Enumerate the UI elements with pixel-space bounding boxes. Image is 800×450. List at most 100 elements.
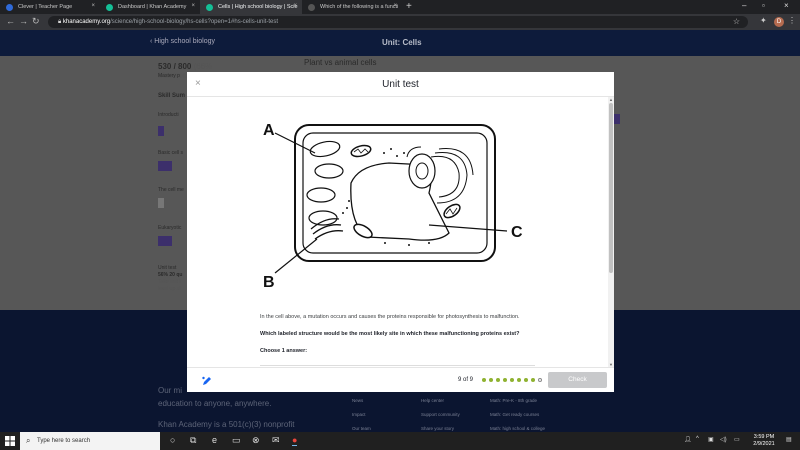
footer-link[interactable]: Help center	[421, 394, 460, 408]
edge-icon[interactable]: e	[212, 435, 217, 445]
profile-avatar[interactable]: D	[774, 17, 784, 27]
chloroplast	[308, 210, 338, 226]
label-b: B	[263, 274, 275, 291]
skill-progress-blocks	[158, 126, 164, 136]
chloroplast	[306, 187, 336, 203]
window-close-icon[interactable]: ×	[784, 1, 789, 10]
url-field[interactable]: 🔒︎ khanacademy.org/science/high-school-b…	[48, 16, 748, 28]
new-tab-icon[interactable]: +	[406, 1, 412, 12]
clock-time: 3:59 PM	[753, 434, 775, 440]
check-button[interactable]: Check	[548, 372, 607, 388]
progress-dot	[517, 378, 521, 382]
search-icon: ⌕	[26, 436, 31, 445]
footer-link[interactable]: Math: high school & college	[490, 422, 545, 432]
taskbar-search-box[interactable]: ⌕ Type here to search	[20, 432, 160, 450]
taskbar-clock[interactable]: 3:59 PM 2/9/2021	[748, 434, 780, 448]
browser-tab-bar: Clever | Teacher Page × Dashboard | Khan…	[0, 0, 800, 14]
browser-tab-cells[interactable]: Cells | High school biology | Scie ×	[200, 0, 302, 14]
label-c: C	[511, 224, 523, 241]
section-title: Plant vs animal cells	[304, 58, 377, 67]
network-icon[interactable]: ▣	[708, 436, 714, 443]
unit-test-modal: × Unit test A B C In the cell above, a m…	[187, 72, 614, 392]
progress-dot	[496, 378, 500, 382]
skill-item[interactable]: The cell me	[158, 187, 184, 193]
tab-close-icon[interactable]: ×	[191, 3, 195, 9]
tab-label: Dashboard | Khan Academy	[118, 4, 187, 10]
footer-link[interactable]: Share your story	[421, 422, 460, 432]
progress-dot	[538, 378, 542, 382]
khan-favicon-icon	[106, 4, 113, 11]
skill-progress-blocks	[158, 198, 164, 208]
scroll-up-icon[interactable]: ▲	[608, 97, 614, 102]
maximize-icon[interactable]: ▫	[762, 1, 765, 10]
mastery-label: Mastery p	[158, 73, 180, 79]
progress-dots	[482, 378, 542, 382]
plant-cell-diagram: A B C	[263, 122, 523, 291]
answer-choices-divider	[260, 365, 535, 366]
bookmark-star-icon[interactable]: ☆	[733, 17, 740, 26]
skill-progress-blocks	[158, 161, 172, 171]
footer-links-about: News Impact Our team	[352, 394, 371, 432]
score-value: 530 / 800	[158, 62, 192, 71]
skill-progress-blocks	[614, 114, 620, 124]
back-icon[interactable]: ←	[6, 16, 15, 26]
browser-tab-dashboard[interactable]: Dashboard | Khan Academy ×	[100, 0, 200, 14]
skill-summary-heading: Skill Sum	[158, 93, 186, 99]
tab-close-icon[interactable]: ×	[393, 3, 397, 9]
browser-tab-question[interactable]: Which of the following is a functi ×	[302, 0, 402, 14]
progress-dot	[524, 378, 528, 382]
reload-icon[interactable]: ↻	[32, 16, 40, 27]
hint-pencil-icon[interactable]	[201, 374, 213, 392]
notifications-icon[interactable]: ▤	[786, 436, 792, 443]
scrollbar-thumb[interactable]	[609, 103, 613, 273]
unit-test-note: level up al	[158, 286, 181, 292]
footer-link[interactable]: Our team	[352, 422, 371, 432]
url-host: khanacademy.org	[62, 19, 111, 25]
footer-link[interactable]: Math: Get ready courses	[490, 408, 545, 422]
extensions-icon[interactable]: ✦	[760, 16, 767, 25]
skill-item[interactable]: Basic cell s	[158, 150, 183, 156]
unit-test-detail: 56% 20 qu	[158, 272, 183, 278]
browser-menu-icon[interactable]: ⋮	[788, 16, 796, 25]
page-favicon-icon	[308, 4, 315, 11]
progress-dot	[510, 378, 514, 382]
volume-icon[interactable]: ◁)	[720, 436, 727, 443]
question-context: In the cell above, a mutation occurs and…	[260, 314, 520, 320]
progress-dot	[503, 378, 507, 382]
mail-icon[interactable]: ✉	[272, 435, 280, 446]
minimize-icon[interactable]: –	[742, 1, 746, 10]
footer-link[interactable]: Support community	[421, 408, 460, 422]
choose-answer-label: Choose 1 answer:	[260, 348, 308, 354]
forward-icon[interactable]: →	[19, 16, 28, 26]
mission-line: Khan Academy is a 501(c)(3) nonprofit	[158, 420, 295, 429]
skill-item[interactable]: Unit test	[158, 265, 176, 271]
question-area: A B C In the cell above, a mutation occu…	[187, 97, 608, 367]
windows-taskbar: ⌕ Type here to search ○ ⧉ e ▭ ⊗ ✉ ● 👤︎ ^…	[0, 432, 800, 450]
tray-chevron-icon[interactable]: ^	[696, 436, 699, 442]
mitochondrion	[350, 144, 372, 158]
page-header: ‹ High school biology Unit: Cells	[0, 30, 800, 56]
xbox-icon[interactable]: ⊗	[252, 435, 260, 446]
skill-item[interactable]: Introducti	[158, 112, 179, 118]
tab-label: Clever | Teacher Page	[18, 4, 73, 10]
modal-scrollbar[interactable]: ▲ ▼	[608, 97, 614, 367]
windows-start-icon[interactable]	[5, 436, 15, 446]
progress-dot	[482, 378, 486, 382]
browser-tab-clever[interactable]: Clever | Teacher Page ×	[0, 0, 100, 14]
breadcrumb[interactable]: ‹ High school biology	[150, 38, 215, 45]
tab-close-icon[interactable]: ×	[91, 3, 95, 9]
battery-icon[interactable]: ▭	[734, 436, 740, 443]
task-view-icon[interactable]: ⧉	[190, 435, 196, 446]
chrome-icon[interactable]: ●	[292, 435, 298, 446]
progress-label: 9 of 9	[458, 377, 474, 383]
skill-item[interactable]: Eukaryotic	[158, 225, 181, 231]
people-icon[interactable]: 👤︎	[684, 436, 692, 443]
unit-test-note: Take unit t	[158, 279, 181, 285]
file-explorer-icon[interactable]: ▭	[232, 435, 241, 446]
footer-link[interactable]: Impact	[352, 408, 371, 422]
cortana-icon[interactable]: ○	[170, 435, 175, 445]
progress-dot	[531, 378, 535, 382]
footer-link[interactable]: Math: Pre-K - 8th grade	[490, 394, 545, 408]
footer-link[interactable]: News	[352, 394, 371, 408]
tab-close-icon[interactable]: ×	[293, 3, 297, 9]
